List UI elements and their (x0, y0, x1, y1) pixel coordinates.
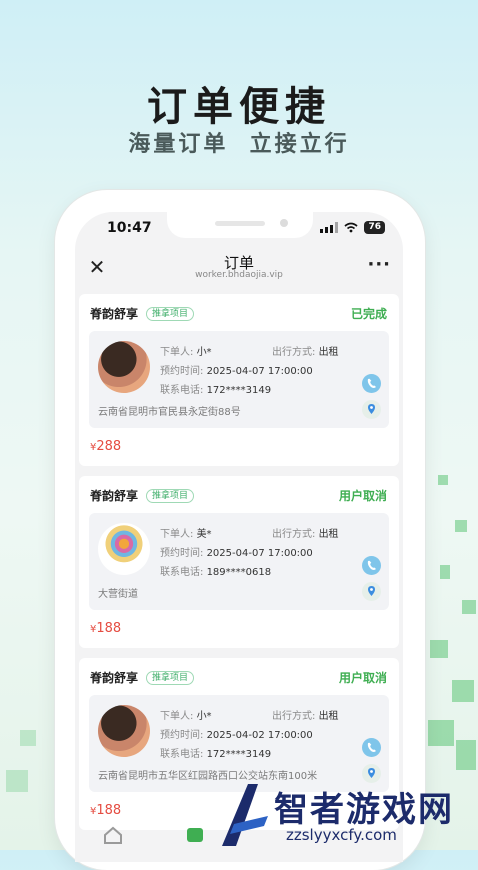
location-icon (368, 586, 375, 596)
appointment-time: 预约时间: 2025-04-07 17:00:00 (160, 366, 313, 377)
orderer: 下单人: 小* (160, 347, 212, 358)
orderer: 下单人: 美* (160, 529, 212, 540)
camera (280, 219, 288, 227)
decorative-cube (440, 565, 450, 579)
service-name: 脊韵舒享 (90, 307, 139, 321)
status-icons: 76 (320, 221, 385, 234)
contact-phone: 联系电话: 189****0618 (160, 567, 272, 578)
speaker (215, 221, 265, 226)
service-tag: 推拿项目 (146, 306, 195, 321)
order-status: 已完成 (350, 307, 387, 321)
service-tag: 推拿项目 (146, 670, 195, 685)
travel-mode: 出行方式: 出租 (272, 347, 339, 358)
contact-phone: 联系电话: 172****3149 (160, 385, 272, 396)
travel-mode: 出行方式: 出租 (272, 711, 339, 722)
phone-icon (367, 742, 376, 752)
location-icon (368, 404, 375, 414)
call-button[interactable] (362, 738, 381, 757)
decorative-cube (438, 475, 448, 485)
order-price: ¥188 (90, 621, 122, 636)
appointment-time: 预约时间: 2025-04-02 17:00:00 (160, 730, 313, 741)
navigate-button[interactable] (362, 400, 381, 419)
decorative-cube (452, 680, 474, 702)
service-name: 脊韵舒享 (90, 671, 139, 685)
order-header: 脊韵舒享 推拿项目 (90, 305, 195, 322)
decorative-cube (430, 640, 448, 658)
hero-title: 订单便捷 (147, 84, 331, 130)
decorative-cube (455, 520, 467, 532)
travel-mode: 出行方式: 出租 (272, 529, 339, 540)
order-card[interactable]: 脊韵舒享 推拿项目 已完成 下单人: 小* 出行方式: 出租 预约时间: 202… (79, 294, 399, 466)
battery-icon: 76 (364, 221, 385, 234)
watermark-logo (222, 784, 268, 846)
call-button[interactable] (362, 556, 381, 575)
contact-phone: 联系电话: 172****3149 (160, 749, 272, 760)
avatar (98, 341, 150, 393)
order-status: 用户取消 (338, 671, 387, 685)
navigate-button[interactable] (362, 764, 381, 783)
watermark-name: 智者游戏网 (274, 790, 454, 830)
phone-screen: 10:47 76 ✕ 订单 worker.bhdaojia.vip ··· 脊韵… (75, 212, 403, 862)
decorative-cube (428, 720, 454, 746)
appointment-time: 预约时间: 2025-04-07 17:00:00 (160, 548, 313, 559)
phone-notch (167, 212, 313, 238)
order-price: ¥188 (90, 803, 122, 818)
order-status: 用户取消 (338, 489, 387, 503)
order-address: 大营街道 (98, 589, 138, 600)
hero-subtitle: 海量订单 立接立行 (128, 132, 350, 157)
order-card[interactable]: 脊韵舒享 推拿项目 用户取消 下单人: 美* 出行方式: 出租 预约时间: 20… (79, 476, 399, 648)
order-address: 云南省昆明市官民县永定街88号 (98, 407, 241, 418)
order-detail: 下单人: 小* 出行方式: 出租 预约时间: 2025-04-07 17:00:… (89, 331, 389, 428)
navigation-bar: ✕ 订单 worker.bhdaojia.vip ··· (75, 246, 403, 290)
orderer: 下单人: 小* (160, 711, 212, 722)
order-header: 脊韵舒享 推拿项目 (90, 487, 195, 504)
service-name: 脊韵舒享 (90, 489, 139, 503)
call-button[interactable] (362, 374, 381, 393)
page-url: worker.bhdaojia.vip (195, 270, 283, 280)
order-header: 脊韵舒享 推拿项目 (90, 669, 195, 686)
avatar (98, 523, 150, 575)
phone-icon (367, 378, 376, 388)
decorative-cube (6, 770, 28, 792)
signal-icon (320, 222, 339, 233)
order-detail: 下单人: 小* 出行方式: 出租 预约时间: 2025-04-02 17:00:… (89, 695, 389, 792)
home-icon[interactable] (103, 826, 123, 844)
order-detail: 下单人: 美* 出行方式: 出租 预约时间: 2025-04-07 17:00:… (89, 513, 389, 610)
phone-icon (367, 560, 376, 570)
order-price: ¥288 (90, 439, 122, 454)
watermark-url: zzslyyxcfy.com (286, 826, 397, 844)
service-tag: 推拿项目 (146, 488, 195, 503)
decorative-cube (20, 730, 36, 746)
decorative-cube (462, 600, 476, 614)
status-time: 10:47 (107, 220, 152, 236)
order-address: 云南省昆明市五华区红园路西口公交站东南100米 (98, 771, 318, 782)
location-icon (368, 768, 375, 778)
navigate-button[interactable] (362, 582, 381, 601)
wifi-icon (344, 222, 359, 233)
order-tab-icon[interactable] (185, 826, 205, 844)
avatar (98, 705, 150, 757)
decorative-cube (456, 740, 476, 770)
more-icon[interactable]: ··· (367, 254, 391, 275)
